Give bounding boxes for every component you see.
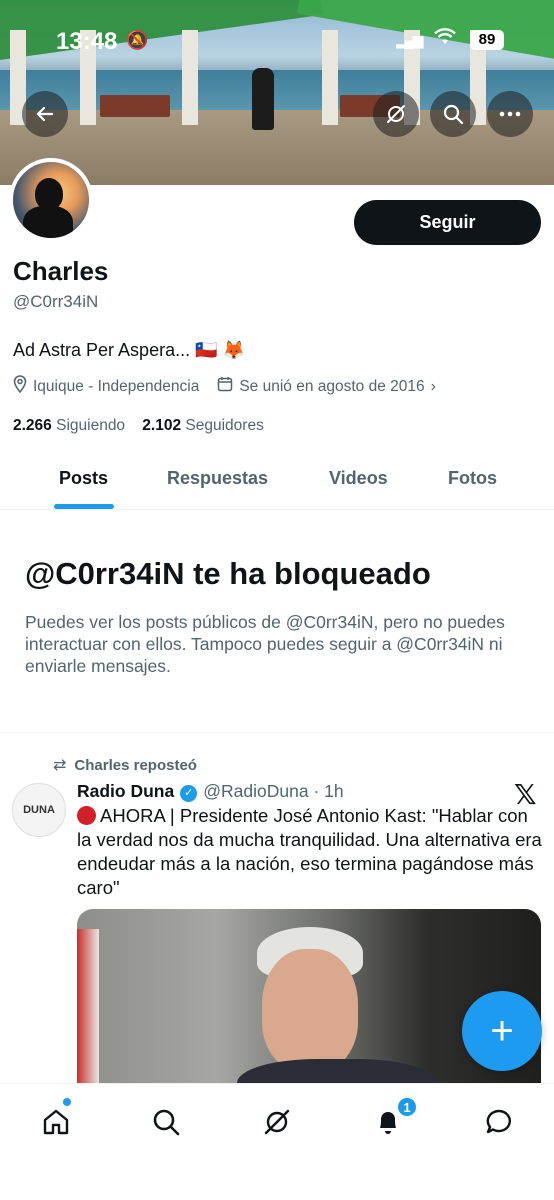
profile-tabs: Posts Respuestas Videos Fotos [0, 446, 554, 510]
verified-badge-icon: ✓ [180, 785, 198, 802]
red-circle-icon [77, 806, 96, 825]
back-button[interactable] [22, 91, 68, 137]
chevron-right-icon[interactable]: › [431, 378, 436, 396]
blocked-title: @C0rr34iN te ha bloqueado [25, 556, 431, 591]
nav-grok[interactable] [257, 1102, 297, 1142]
profile-bio: Ad Astra Per Aspera... 🇨🇱 🦊 [13, 340, 245, 360]
bottom-navigation: 1 [0, 1083, 554, 1200]
profile-location: Iquique - Independencia [33, 377, 200, 395]
more-button[interactable] [487, 91, 533, 137]
notifications-badge: 1 [396, 1096, 418, 1118]
profile-joined-date: Se unió en agosto de 2016 [239, 377, 425, 395]
calendar-icon [217, 376, 233, 397]
profile-name: Charles [13, 256, 109, 286]
tab-fotos[interactable]: Fotos [448, 468, 497, 489]
following-count: 2.266 [13, 417, 52, 434]
nav-messages[interactable] [479, 1102, 519, 1142]
profile-avatar[interactable] [9, 158, 93, 242]
search-icon [443, 104, 464, 125]
tab-posts[interactable]: Posts [59, 468, 108, 489]
banner-bench [100, 95, 170, 117]
silent-bell-icon: 🔕 [126, 30, 149, 50]
home-icon [43, 1109, 69, 1135]
tweet-time: · 1h [313, 781, 344, 801]
divider [0, 732, 554, 733]
grok-icon [264, 1109, 290, 1135]
status-bar: 13:48 🔕 ▂▄▆ 89 [0, 0, 554, 84]
status-time: 13:48 [56, 28, 118, 55]
battery-indicator: 89 [470, 30, 504, 50]
profile-meta: Iquique - Independencia Se unió en agost… [13, 375, 436, 398]
nav-home[interactable] [36, 1102, 76, 1142]
tweet-author-handle[interactable]: @RadioDuna [203, 781, 308, 801]
media-flag [77, 929, 99, 1089]
blocked-description: Puedes ver los posts públicos de @C0rr34… [25, 612, 505, 676]
profile-handle: @C0rr34iN [13, 292, 99, 311]
tweet-text-container[interactable]: AHORA | Presidente José Antonio Kast: "H… [77, 804, 547, 900]
active-tab-indicator [54, 504, 114, 509]
location-pin-icon [13, 375, 27, 398]
tweet-author-avatar[interactable]: DUNA [12, 783, 66, 837]
tab-respuestas[interactable]: Respuestas [167, 468, 268, 489]
compose-button[interactable]: + [462, 991, 542, 1071]
tab-videos[interactable]: Videos [329, 468, 388, 489]
messages-icon [486, 1109, 511, 1134]
repost-label: Charles reposteó [74, 757, 197, 774]
search-button[interactable] [430, 91, 476, 137]
profile-stats: 2.266 Siguiendo 2.102 Seguidores [13, 417, 264, 435]
nav-search[interactable] [146, 1102, 186, 1142]
back-arrow-icon [36, 106, 54, 122]
more-icon [499, 111, 521, 117]
search-icon [153, 1109, 180, 1136]
followers-label: Seguidores [185, 417, 264, 434]
following-link[interactable]: 2.266 Siguiendo [13, 417, 125, 434]
grok-icon [387, 105, 405, 123]
tweet-media-image[interactable] [77, 909, 541, 1089]
cellular-signal-icon: ▂▄▆ [396, 32, 423, 48]
follow-button[interactable]: Seguir [354, 200, 541, 245]
home-unread-dot [63, 1098, 71, 1106]
followers-link[interactable]: 2.102 Seguidores [142, 417, 264, 434]
followers-count: 2.102 [142, 417, 182, 434]
wifi-icon [434, 28, 456, 52]
tweet-author-name[interactable]: Radio Duna [77, 781, 174, 801]
following-label: Siguiendo [56, 417, 126, 434]
repost-header: ⇄ Charles reposteó [53, 755, 197, 775]
avatar-silhouette-body [23, 206, 73, 238]
grok-button[interactable] [373, 91, 419, 137]
plus-icon: + [490, 1008, 514, 1053]
media-person-face [262, 949, 358, 1071]
tweet-text: AHORA | Presidente José Antonio Kast: "H… [77, 805, 542, 898]
repost-icon: ⇄ [53, 757, 67, 774]
tweet-header: Radio Duna ✓ @RadioDuna · 1h [77, 781, 344, 802]
